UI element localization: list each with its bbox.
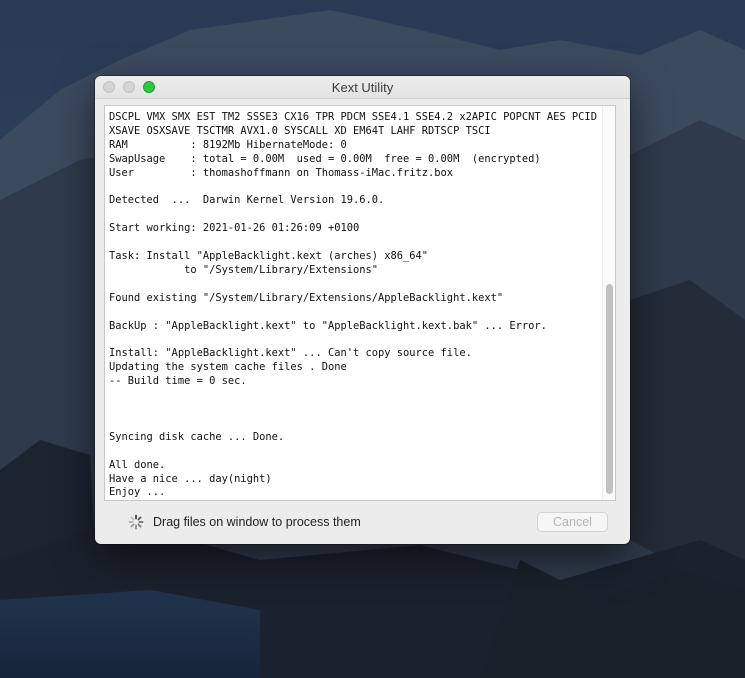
scrollbar-thumb[interactable]: [606, 284, 613, 494]
log-output-area[interactable]: DSCPL VMX SMX EST TM2 SSSE3 CX16 TPR PDC…: [104, 105, 616, 501]
title-bar[interactable]: Kext Utility: [95, 76, 630, 99]
status-message: Drag files on window to process them: [153, 515, 361, 529]
kext-utility-window[interactable]: Kext Utility DSCPL VMX SMX EST TM2 SSSE3…: [95, 76, 630, 544]
vertical-scrollbar[interactable]: [602, 106, 615, 500]
cancel-button[interactable]: Cancel: [537, 512, 608, 532]
status-bar: Drag files on window to process them Can…: [95, 506, 630, 544]
spinner-icon: [128, 514, 144, 530]
window-title: Kext Utility: [331, 80, 394, 95]
log-text: DSCPL VMX SMX EST TM2 SSSE3 CX16 TPR PDC…: [109, 111, 597, 499]
